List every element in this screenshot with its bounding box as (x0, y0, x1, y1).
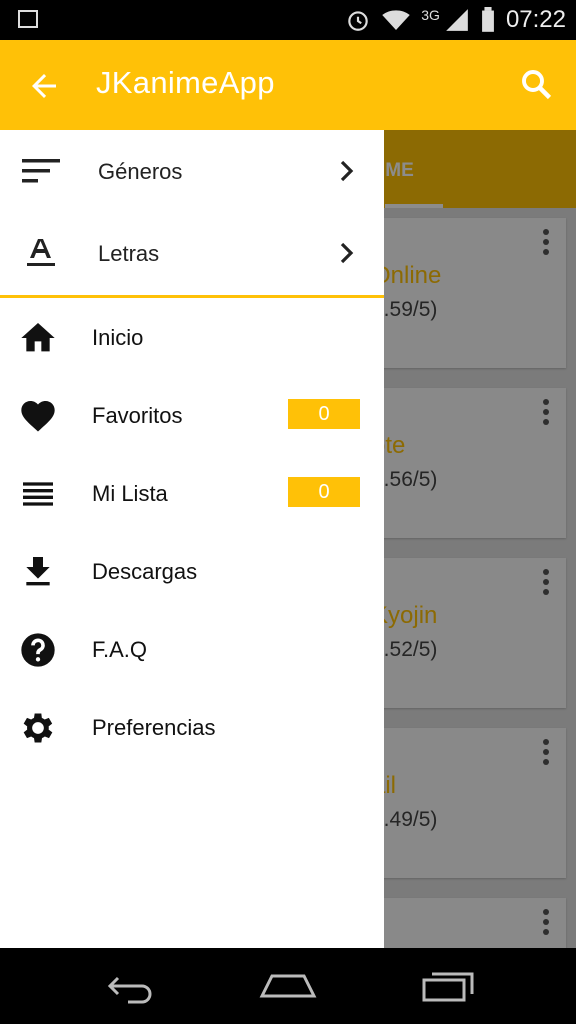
list-icon (23, 482, 53, 506)
network-type: 3G (421, 7, 440, 23)
chevron-right-icon (340, 242, 354, 264)
drawer-item-label: Preferencias (92, 715, 216, 740)
clock: 07:22 (505, 6, 566, 33)
wifi-icon (382, 10, 410, 30)
favorites-count-badge: 0 (288, 399, 360, 429)
system-navigation-bar (0, 948, 576, 1024)
drawer-item-descargas[interactable]: Descargas (0, 532, 384, 610)
settings-icon (23, 713, 53, 743)
drawer-item-letras[interactable]: Letras (0, 212, 384, 294)
status-icons: 3G 07:22 (345, 0, 566, 40)
drawer-item-favoritos[interactable]: Favoritos 0 (0, 376, 384, 454)
home-button-icon[interactable] (258, 966, 318, 1006)
alarm-icon (348, 11, 368, 31)
home-icon (21, 323, 55, 352)
battery-icon (482, 7, 494, 32)
back-icon[interactable] (98, 966, 158, 1006)
navigation-drawer: Géneros Letras Inicio Favoritos 0 Mi Lis… (0, 130, 384, 948)
list-count-badge: 0 (288, 477, 360, 507)
sort-icon (22, 159, 60, 183)
recent-apps-icon[interactable] (418, 966, 478, 1006)
image-notification-icon (18, 10, 38, 28)
drawer-item-inicio[interactable]: Inicio (0, 298, 384, 376)
back-arrow-icon[interactable] (26, 68, 62, 104)
drawer-item-label: Descargas (92, 559, 198, 584)
search-icon[interactable] (518, 66, 554, 102)
help-icon (21, 633, 55, 667)
signal-icon (446, 9, 468, 31)
drawer-item-mi-lista[interactable]: Mi Lista 0 (0, 454, 384, 532)
heart-icon (21, 401, 55, 432)
drawer-item-label: Mi Lista (92, 481, 168, 506)
status-bar: 3G 07:22 (0, 0, 576, 40)
drawer-item-label: F.A.Q (92, 637, 148, 662)
drawer-item-generos[interactable]: Géneros (0, 130, 384, 212)
drawer-item-label: Géneros (98, 159, 183, 184)
drawer-item-label: Favoritos (92, 403, 183, 428)
drawer-item-label: Inicio (92, 325, 144, 350)
drawer-item-faq[interactable]: F.A.Q (0, 610, 384, 688)
app-toolbar: JKanimeApp (0, 40, 576, 130)
app-title: JKanimeApp (96, 65, 275, 100)
text-format-icon (27, 239, 55, 266)
drawer-item-preferencias[interactable]: Preferencias (0, 688, 384, 766)
drawer-item-label: Letras (98, 241, 160, 266)
chevron-right-icon (340, 160, 354, 182)
download-icon (26, 557, 50, 586)
